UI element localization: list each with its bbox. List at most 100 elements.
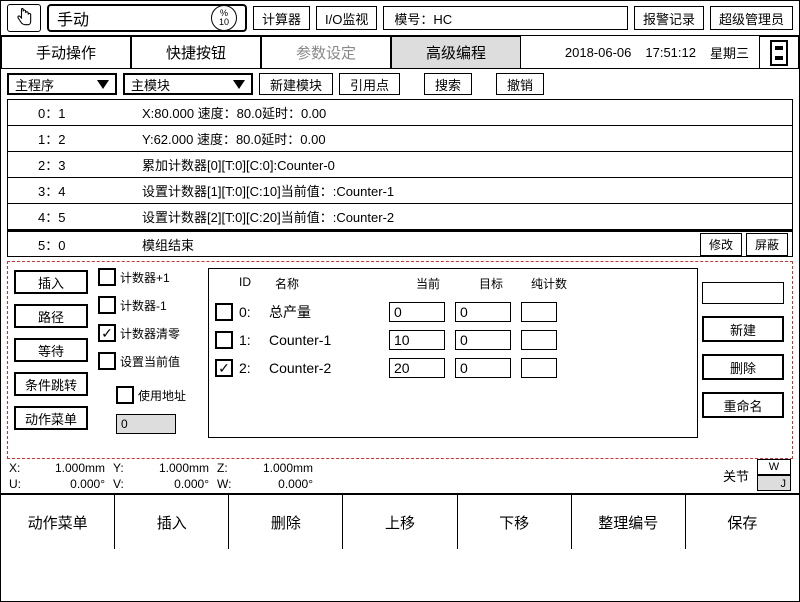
model-number-label: 模号：HC — [383, 6, 628, 30]
address-value-field[interactable]: 0 — [116, 414, 176, 434]
header-id: ID — [239, 275, 275, 292]
program-row[interactable]: 5：0 模组结束 修改 屏蔽 — [8, 230, 792, 256]
counter-target-field[interactable]: 0 — [455, 302, 511, 322]
modify-button[interactable]: 修改 — [700, 233, 742, 256]
side-indicator-icon[interactable] — [759, 35, 799, 69]
set-current-check[interactable]: 设置当前值 — [98, 352, 200, 370]
delete-counter-button[interactable]: 删除 — [702, 354, 784, 380]
coord-u-label: U: — [9, 477, 27, 493]
joint-j-box: J — [757, 475, 791, 491]
counter-row[interactable]: 0: 总产量 0 0 — [215, 298, 691, 326]
left-button-column: 插入 路径 等待 条件跳转 动作菜单 — [8, 262, 94, 458]
program-row[interactable]: 1：2 Y:62.000 速度：80.0延时：0.00 — [8, 126, 792, 152]
main-module-dropdown[interactable]: 主模块 — [123, 73, 253, 95]
ref-point-button[interactable]: 引用点 — [339, 73, 400, 95]
bottom-moveup-button[interactable]: 上移 — [343, 495, 457, 549]
row-select-checkbox[interactable] — [215, 331, 233, 349]
bottom-action-menu-button[interactable]: 动作菜单 — [1, 495, 115, 549]
main-program-label: 主程序 — [15, 75, 54, 94]
coord-v-label: V: — [113, 477, 131, 493]
weekday-text: 星期三 — [710, 43, 749, 62]
counter-clear-check[interactable]: 计数器清零 — [98, 324, 200, 342]
row-index: 3：4 — [8, 181, 138, 200]
bottom-movedown-button[interactable]: 下移 — [458, 495, 572, 549]
use-address-check[interactable]: 使用地址 — [116, 386, 200, 404]
coord-x-label: X: — [9, 461, 27, 477]
tab-advanced-program[interactable]: 高级编程 — [391, 35, 521, 69]
cond-jump-button[interactable]: 条件跳转 — [14, 372, 88, 396]
counter-id: 0: — [239, 304, 269, 320]
path-button[interactable]: 路径 — [14, 304, 88, 328]
counter-table-header: ID 名称 当前 目标 纯计数 — [215, 273, 691, 298]
coord-v-value: 0.000° — [139, 477, 209, 493]
alarm-log-button[interactable]: 报警记录 — [634, 6, 704, 30]
calculator-button[interactable]: 计算器 — [253, 6, 310, 30]
hand-mode-icon[interactable] — [7, 4, 41, 32]
undo-button[interactable]: 撤销 — [496, 73, 544, 95]
program-row[interactable]: 2：3 累加计数器[0][T:0][C:0]:Counter-0 — [8, 152, 792, 178]
check-label: 使用地址 — [138, 387, 186, 404]
checkbox-icon — [98, 296, 116, 314]
speed-val: 10 — [219, 18, 229, 27]
counter-name: 总产量 — [269, 302, 389, 322]
counter-target-field[interactable]: 0 — [455, 358, 511, 378]
super-admin-button[interactable]: 超级管理员 — [710, 6, 793, 30]
counter-row[interactable]: 1: Counter-1 10 0 — [215, 326, 691, 354]
counter-pure-field[interactable] — [521, 358, 557, 378]
row-text: 设置计数器[2][T:0][C:20]当前值：:Counter-2 — [138, 207, 792, 226]
bottom-renumber-button[interactable]: 整理编号 — [572, 495, 686, 549]
joint-w-box: W — [757, 459, 791, 475]
counter-dec-check[interactable]: 计数器-1 — [98, 296, 200, 314]
bottom-delete-button[interactable]: 删除 — [229, 495, 343, 549]
row-select-checkbox[interactable] — [215, 303, 233, 321]
checkbox-icon — [116, 386, 134, 404]
counter-mode-column: 计数器+1 计数器-1 计数器清零 设置当前值 使用地址 0 — [94, 262, 204, 458]
tab-manual-operate[interactable]: 手动操作 — [1, 35, 131, 69]
action-menu-button[interactable]: 动作菜单 — [14, 406, 88, 430]
counter-row[interactable]: 2: Counter-2 20 0 — [215, 354, 691, 382]
program-row[interactable]: 3：4 设置计数器[1][T:0][C:10]当前值：:Counter-1 — [8, 178, 792, 204]
row-index: 1：2 — [8, 129, 138, 148]
new-module-button[interactable]: 新建模块 — [259, 73, 333, 95]
checkbox-checked-icon — [98, 324, 116, 342]
date-text: 2018-06-06 — [565, 45, 632, 60]
mode-display[interactable]: 手动 % 10 — [47, 4, 247, 32]
counter-current-field[interactable]: 20 — [389, 358, 445, 378]
counter-current-field[interactable]: 10 — [389, 330, 445, 350]
counter-target-field[interactable]: 0 — [455, 330, 511, 350]
counter-inc-check[interactable]: 计数器+1 — [98, 268, 200, 286]
tab-param-set[interactable]: 参数设定 — [261, 35, 391, 69]
insert-button[interactable]: 插入 — [14, 270, 88, 294]
check-label: 设置当前值 — [120, 353, 180, 370]
header-name: 名称 — [275, 275, 395, 292]
counter-id: 1: — [239, 332, 269, 348]
row-select-checkbox-checked[interactable] — [215, 359, 233, 377]
program-row[interactable]: 0：1 X:80.000 速度：80.0延时：0.00 — [8, 100, 792, 126]
main-program-dropdown[interactable]: 主程序 — [7, 73, 117, 95]
row-index: 0：1 — [8, 103, 138, 122]
coord-w-value: 0.000° — [243, 477, 313, 493]
mask-button[interactable]: 屏蔽 — [746, 233, 788, 256]
counter-name: Counter-1 — [269, 332, 389, 348]
coord-z-label: Z: — [217, 461, 235, 477]
counter-pure-field[interactable] — [521, 330, 557, 350]
counter-current-field[interactable]: 0 — [389, 302, 445, 322]
io-monitor-button[interactable]: I/O监视 — [316, 6, 377, 30]
counter-name: Counter-2 — [269, 360, 389, 376]
wait-button[interactable]: 等待 — [14, 338, 88, 362]
tab-quick-buttons[interactable]: 快捷按钮 — [131, 35, 261, 69]
header-target: 目标 — [461, 275, 521, 292]
bottom-save-button[interactable]: 保存 — [686, 495, 799, 549]
new-counter-button[interactable]: 新建 — [702, 316, 784, 342]
search-button[interactable]: 搜索 — [424, 73, 472, 95]
joint-mode-toggle[interactable]: 关节 W J — [723, 459, 791, 491]
check-label: 计数器清零 — [120, 325, 180, 342]
bottom-insert-button[interactable]: 插入 — [115, 495, 229, 549]
bottom-button-bar: 动作菜单 插入 删除 上移 下移 整理编号 保存 — [1, 493, 799, 549]
row-index: 5：0 — [8, 235, 138, 254]
counter-pure-field[interactable] — [521, 302, 557, 322]
header-current: 当前 — [395, 275, 461, 292]
program-row[interactable]: 4：5 设置计数器[2][T:0][C:20]当前值：:Counter-2 — [8, 204, 792, 230]
row-text: 模组结束 — [138, 235, 700, 254]
rename-counter-button[interactable]: 重命名 — [702, 392, 784, 418]
